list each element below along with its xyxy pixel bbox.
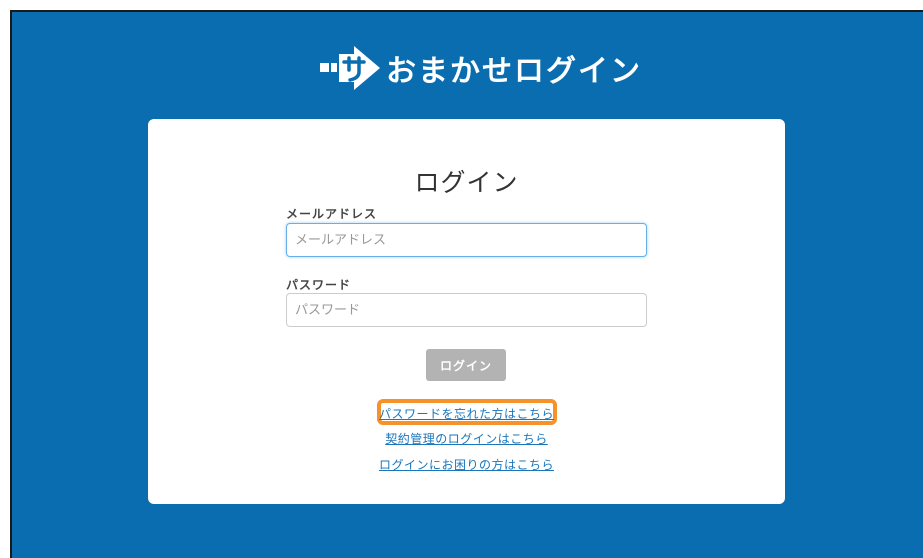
login-title: ログイン [414,168,519,197]
page-background: おまかせログイン ログイン メールアドレス パスワード ログイン パスワードを忘… [10,10,923,558]
login-card: ログイン メールアドレス パスワード ログイン パスワードを忘れた方はこちら 契… [148,119,785,504]
password-label: パスワード [286,278,352,292]
brand-name: おまかせログイン [386,54,642,89]
login-help-link[interactable]: ログインにお困りの方はこちら [148,456,785,473]
email-label: メールアドレス [286,207,378,221]
brand-arrow-logo-icon [320,46,380,90]
brand-header: おまかせログイン [320,46,642,90]
email-input[interactable] [286,223,647,257]
login-button[interactable]: ログイン [426,349,506,381]
password-input[interactable] [286,293,647,327]
contract-login-link[interactable]: 契約管理のログインはこちら [148,430,785,447]
forgot-password-link[interactable]: パスワードを忘れた方はこちら [148,405,785,422]
